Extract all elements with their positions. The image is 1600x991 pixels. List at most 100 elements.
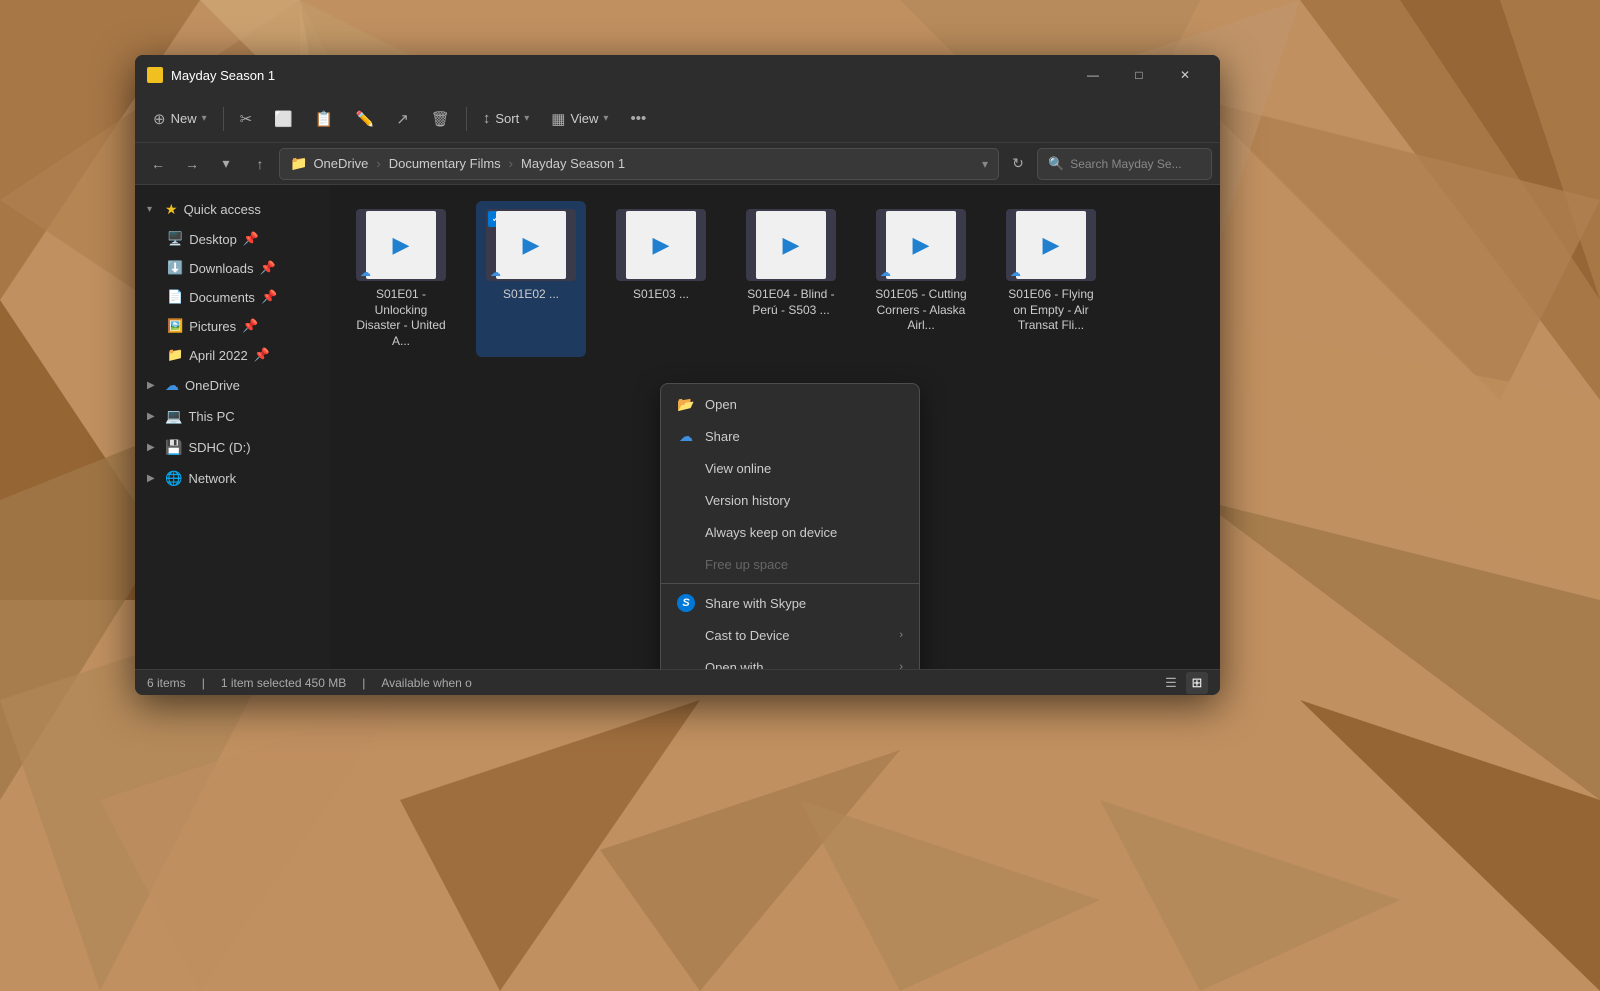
network-icon: 🌐 bbox=[165, 470, 182, 487]
forward-button[interactable]: → bbox=[177, 149, 207, 179]
cm-version-history[interactable]: Version history bbox=[661, 484, 919, 516]
search-box[interactable]: 🔍 Search Mayday Se... bbox=[1037, 148, 1212, 180]
close-icon: ✕ bbox=[1180, 68, 1190, 82]
view-label: View bbox=[570, 111, 598, 126]
file-thumbnail-2: ✓ ▶ ☁ bbox=[486, 209, 576, 281]
cut-toolbar-button[interactable]: ✂ bbox=[230, 101, 263, 137]
expand-arrow-icon: ▾ bbox=[147, 204, 159, 215]
address-bar: ← → ▾ ↑ 📁 OneDrive › Documentary Films ›… bbox=[135, 143, 1220, 185]
onedrive-label: OneDrive bbox=[185, 378, 240, 393]
sdhc-icon: 💾 bbox=[165, 439, 182, 456]
downloads-icon: ⬇️ bbox=[167, 260, 183, 276]
sidebar-item-onedrive[interactable]: ▶ ☁ OneDrive bbox=[139, 370, 326, 400]
file-item-s01e06[interactable]: ▶ ☁ S01E06 - Flying on Empty - Air Trans… bbox=[996, 201, 1106, 357]
cm-separator-1 bbox=[661, 583, 919, 584]
file-thumbnail-1: ▶ ☁ bbox=[356, 209, 446, 281]
star-icon: ★ bbox=[165, 201, 178, 218]
refresh-button[interactable]: ↻ bbox=[1003, 149, 1033, 179]
sort-chevron-icon: ▾ bbox=[524, 113, 529, 124]
cloud-share-icon: ☁ bbox=[677, 427, 695, 445]
refresh-icon: ↻ bbox=[1012, 155, 1024, 172]
file-thumbnail-5: ▶ ☁ bbox=[876, 209, 966, 281]
sort-button[interactable]: ↕ Sort ▾ bbox=[473, 101, 539, 137]
expand-arrow-network-icon: ▶ bbox=[147, 473, 159, 484]
cm-share-onedrive[interactable]: ☁ Share bbox=[661, 420, 919, 452]
cm-open[interactable]: 📂 Open bbox=[661, 388, 919, 420]
sidebar-item-desktop[interactable]: 🖥️ Desktop 📌 bbox=[139, 225, 326, 253]
up-button[interactable]: ↑ bbox=[245, 149, 275, 179]
close-button[interactable]: ✕ bbox=[1162, 55, 1208, 95]
address-path[interactable]: 📁 OneDrive › Documentary Films › Mayday … bbox=[279, 148, 999, 180]
desktop-label: Desktop bbox=[189, 232, 237, 247]
cm-always-keep[interactable]: Always keep on device bbox=[661, 516, 919, 548]
sidebar-item-downloads[interactable]: ⬇️ Downloads 📌 bbox=[139, 254, 326, 282]
folder-april-icon: 📁 bbox=[167, 347, 183, 363]
cm-share-skype[interactable]: S Share with Skype bbox=[661, 587, 919, 619]
cm-free-up-space-label: Free up space bbox=[705, 557, 903, 572]
file-item-s01e03[interactable]: ▶ S01E03 ... bbox=[606, 201, 716, 357]
file-view: ▶ ☁ S01E01 - Unlocking Disaster - United… bbox=[330, 185, 1220, 669]
address-part-1[interactable]: OneDrive bbox=[313, 156, 368, 171]
sidebar-item-sdhc[interactable]: ▶ 💾 SDHC (D:) bbox=[139, 432, 326, 462]
downloads-label: Downloads bbox=[189, 261, 253, 276]
file-item-s01e01[interactable]: ▶ ☁ S01E01 - Unlocking Disaster - United… bbox=[346, 201, 456, 357]
cloud-icon-2: ☁ bbox=[490, 266, 501, 279]
new-button[interactable]: ⊕ New ▾ bbox=[143, 101, 217, 137]
paste-toolbar-button[interactable]: 📋 bbox=[305, 101, 344, 137]
scissors-icon: ✂ bbox=[240, 110, 253, 128]
recent-locations-button[interactable]: ▾ bbox=[211, 149, 241, 179]
file-thumbnail-6: ▶ ☁ bbox=[1006, 209, 1096, 281]
delete-toolbar-button[interactable]: 🗑 bbox=[421, 101, 460, 137]
rename-toolbar-button[interactable]: ✏️ bbox=[346, 101, 385, 137]
more-button[interactable]: ••• bbox=[620, 101, 656, 137]
minimize-button[interactable]: — bbox=[1070, 55, 1116, 95]
cm-open-with-label: Open with bbox=[705, 660, 889, 670]
toolbar: ⊕ New ▾ ✂ ⬜ 📋 ✏️ ↗ 🗑 ↕ Sort ▾ ▦ bbox=[135, 95, 1220, 143]
file-name-1: S01E01 - Unlocking Disaster - United A..… bbox=[354, 287, 448, 349]
file-name-3: S01E03 ... bbox=[633, 287, 689, 303]
file-item-s01e05[interactable]: ▶ ☁ S01E05 - Cutting Corners - Alaska Ai… bbox=[866, 201, 976, 357]
sidebar-item-pictures[interactable]: 🖼️ Pictures 📌 bbox=[139, 312, 326, 340]
content-area: ▾ ★ Quick access 🖥️ Desktop 📌 ⬇️ Downloa… bbox=[135, 185, 1220, 669]
copy-toolbar-button[interactable]: ⬜ bbox=[264, 101, 303, 137]
rename-icon: ✏️ bbox=[356, 110, 375, 128]
status-extra: Available when o bbox=[381, 676, 472, 690]
open-with-arrow-icon: › bbox=[899, 661, 903, 669]
status-separator: | bbox=[202, 676, 205, 690]
address-part-2[interactable]: Documentary Films bbox=[389, 156, 501, 171]
back-button[interactable]: ← bbox=[143, 149, 173, 179]
file-item-s01e02[interactable]: ✓ ▶ ☁ S01E02 ... bbox=[476, 201, 586, 357]
file-grid: ▶ ☁ S01E01 - Unlocking Disaster - United… bbox=[346, 201, 1204, 357]
cm-view-online[interactable]: View online bbox=[661, 452, 919, 484]
sidebar-item-april2022[interactable]: 📁 April 2022 📌 bbox=[139, 341, 326, 369]
sidebar-item-network[interactable]: ▶ 🌐 Network bbox=[139, 463, 326, 493]
play-icon-6: ▶ bbox=[1043, 232, 1060, 258]
up-icon: ↑ bbox=[257, 156, 264, 172]
cm-open-with[interactable]: Open with › bbox=[661, 651, 919, 669]
thispc-label: This PC bbox=[188, 409, 234, 424]
list-view-button[interactable]: ☰ bbox=[1160, 672, 1182, 694]
back-icon: ← bbox=[151, 156, 165, 172]
file-explorer-window: Mayday Season 1 — □ ✕ ⊕ New ▾ ✂ ⬜ 📋 bbox=[135, 55, 1220, 695]
share-toolbar-button[interactable]: ↗ bbox=[386, 101, 419, 137]
grid-view-button[interactable]: ⊞ bbox=[1186, 672, 1208, 694]
view-chevron-icon: ▾ bbox=[603, 113, 608, 124]
sidebar-item-quick-access[interactable]: ▾ ★ Quick access bbox=[139, 194, 326, 224]
maximize-button[interactable]: □ bbox=[1116, 55, 1162, 95]
file-item-s01e04[interactable]: ▶ S01E04 - Blind - Perú - S503 ... bbox=[736, 201, 846, 357]
search-placeholder: Search Mayday Se... bbox=[1070, 157, 1181, 171]
view-button[interactable]: ▦ View ▾ bbox=[541, 101, 618, 137]
sidebar-item-documents[interactable]: 📄 Documents 📌 bbox=[139, 283, 326, 311]
cm-cast-to-device[interactable]: Cast to Device › bbox=[661, 619, 919, 651]
folder-icon: 📁 bbox=[290, 155, 307, 172]
view-online-icon bbox=[677, 459, 695, 477]
sidebar: ▾ ★ Quick access 🖥️ Desktop 📌 ⬇️ Downloa… bbox=[135, 185, 330, 669]
sidebar-item-thispc[interactable]: ▶ 💻 This PC bbox=[139, 401, 326, 431]
cm-share-onedrive-label: Share bbox=[705, 429, 903, 444]
ellipsis-icon: ••• bbox=[630, 110, 646, 127]
file-name-5: S01E05 - Cutting Corners - Alaska Airl..… bbox=[874, 287, 968, 334]
address-part-3[interactable]: Mayday Season 1 bbox=[521, 156, 625, 171]
minimize-icon: — bbox=[1087, 68, 1099, 82]
network-label: Network bbox=[188, 471, 236, 486]
trash-icon: 🗑 bbox=[431, 110, 450, 128]
